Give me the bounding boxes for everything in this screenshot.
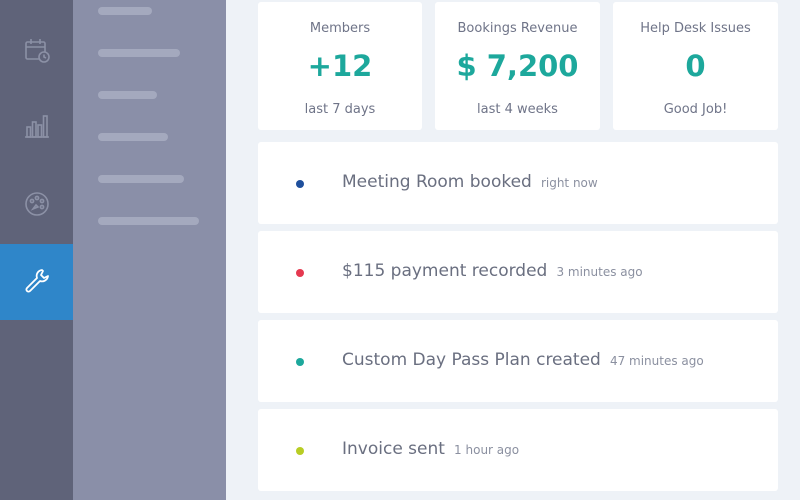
activity-item[interactable]: Meeting Room booked right now (258, 142, 778, 224)
activity-time: right now (540, 176, 598, 190)
nav-item-settings[interactable] (0, 244, 73, 320)
nav-item-calendar[interactable] (0, 14, 73, 90)
skeleton-line (98, 49, 180, 57)
skeleton-line (98, 133, 168, 141)
secondary-nav (73, 0, 226, 500)
bar-chart-icon (23, 112, 51, 144)
skeleton-line (98, 91, 157, 99)
stat-value: $ 7,200 (456, 49, 579, 83)
activity-item[interactable]: $115 payment recorded 3 minutes ago (258, 231, 778, 313)
stat-caption: last 4 weeks (477, 102, 558, 117)
activity-time: 47 minutes ago (609, 354, 704, 368)
wrench-icon (23, 266, 51, 298)
activity-title: Meeting Room booked (342, 172, 532, 192)
stat-label: Help Desk Issues (640, 21, 751, 36)
status-dot (296, 447, 304, 455)
stat-card-members[interactable]: Members +12 last 7 days (258, 2, 422, 130)
activity-time: 3 minutes ago (556, 265, 643, 279)
activity-title: Invoice sent (342, 439, 445, 459)
skeleton-line (98, 217, 199, 225)
dashboard-main: Members +12 last 7 days Bookings Revenue… (226, 0, 800, 500)
activity-title: Custom Day Pass Plan created (342, 350, 601, 370)
activity-item[interactable]: Invoice sent 1 hour ago (258, 409, 778, 491)
stat-caption: last 7 days (304, 102, 376, 117)
stat-label: Members (309, 21, 371, 36)
status-dot (296, 269, 304, 277)
stat-caption: Good Job! (663, 102, 728, 117)
activity-item[interactable]: Custom Day Pass Plan created 47 minutes … (258, 320, 778, 402)
nav-item-design[interactable] (0, 168, 73, 244)
skeleton-line (98, 7, 152, 15)
stat-value: 0 (685, 49, 706, 83)
skeleton-line (98, 175, 184, 183)
calendar-icon (23, 36, 51, 68)
nav-rail (0, 0, 73, 500)
status-dot (296, 358, 304, 366)
stat-card-help-desk-issues[interactable]: Help Desk Issues 0 Good Job! (613, 2, 778, 130)
stat-value: +12 (307, 49, 373, 83)
activity-title: $115 payment recorded (342, 261, 548, 281)
stat-card-bookings-revenue[interactable]: Bookings Revenue $ 7,200 last 4 weeks (435, 2, 600, 130)
activity-time: 1 hour ago (454, 443, 520, 457)
status-dot (296, 180, 304, 188)
nav-item-analytics[interactable] (0, 90, 73, 166)
palette-icon (23, 190, 51, 222)
stat-label: Bookings Revenue (457, 21, 578, 36)
